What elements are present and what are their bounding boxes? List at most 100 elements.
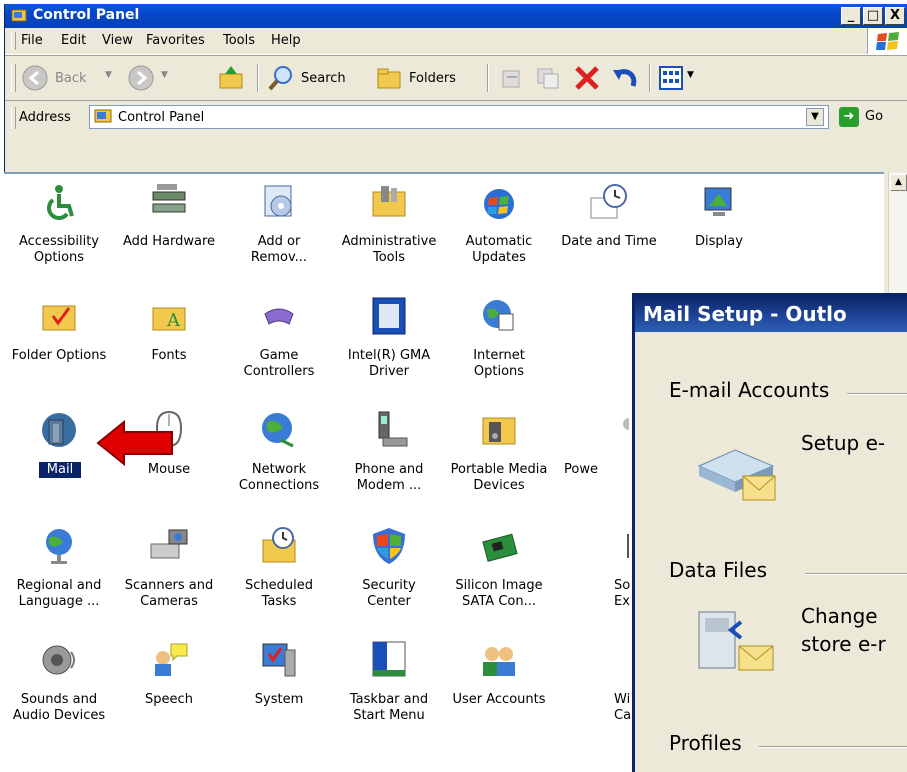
copy-to-icon (537, 68, 559, 89)
section-divider (759, 746, 907, 748)
item-label: Administrative Tools (341, 234, 437, 265)
date-time-icon (590, 184, 627, 219)
menu-help[interactable]: Help (271, 33, 301, 48)
views-dropdown-icon[interactable]: ▼ (687, 70, 694, 80)
toolbar-separator (257, 64, 259, 92)
address-label: Address (19, 110, 71, 125)
forward-dropdown-icon[interactable]: ▼ (161, 70, 168, 80)
item-label: Automatic Updates (465, 234, 533, 265)
sound-effects-icon (627, 534, 629, 558)
search-button[interactable]: Search (267, 62, 367, 94)
menu-edit[interactable]: Edit (61, 33, 86, 48)
minimize-button[interactable]: _ (841, 7, 861, 25)
folder-options-icon (42, 305, 76, 331)
item-label: Fonts (151, 348, 187, 363)
security-center-icon (373, 528, 405, 564)
game-controllers-icon (264, 308, 294, 325)
item-label: Scanners and Cameras (124, 578, 214, 609)
up-folder-icon (219, 66, 243, 89)
folders-label: Folders (409, 71, 456, 86)
dialog-title: Mail Setup - Outlo (643, 302, 847, 326)
standard-toolbar: Back ▼ ▼ Search Folders ▼ (5, 55, 907, 101)
menu-view[interactable]: View (102, 33, 133, 48)
intel-gma-icon (372, 297, 406, 335)
item-label: Silicon Image SATA Con... (455, 578, 543, 609)
user-accounts-icon (483, 647, 515, 676)
item-label: Security Center (362, 578, 416, 609)
item-label: Add Hardware (122, 234, 216, 249)
item-label: Date and Time (561, 234, 657, 249)
menu-tools[interactable]: Tools (223, 33, 255, 48)
undo-button[interactable] (611, 62, 641, 94)
item-label: System (254, 692, 304, 707)
windows-logo (867, 28, 907, 54)
close-button[interactable]: X (885, 7, 905, 25)
speech-icon (155, 643, 188, 676)
copy-to-button[interactable] (535, 62, 565, 94)
back-label: Back (55, 71, 87, 86)
item-label: Display (695, 234, 743, 249)
back-dropdown-icon[interactable]: ▼ (105, 70, 112, 80)
automatic-updates-icon (484, 189, 514, 219)
item-label: Scheduled Tasks (245, 578, 313, 609)
administrative-tools-icon (372, 186, 406, 217)
back-button[interactable]: Back ▼ (21, 62, 119, 94)
item-label: Sounds and Audio Devices (12, 692, 106, 723)
mail-icon (42, 413, 76, 447)
address-dropdown-icon[interactable]: ▼ (806, 108, 824, 126)
portable-media-icon (482, 417, 516, 445)
up-folder-button[interactable] (217, 62, 249, 94)
views-icon (659, 66, 683, 90)
menu-bar: File Edit View Favorites Tools Help (5, 28, 907, 55)
display-icon (704, 187, 732, 216)
move-to-icon (502, 70, 520, 88)
go-label: Go (865, 109, 884, 124)
fonts-icon: A (152, 307, 186, 331)
title-bar[interactable]: Control Panel _ □ X (5, 4, 907, 28)
go-button[interactable]: ➜ Go (839, 107, 899, 129)
menu-favorites[interactable]: Favorites (146, 33, 205, 48)
item-label: Speech (145, 692, 193, 707)
menu-file[interactable]: File (21, 33, 43, 48)
address-input[interactable]: Control Panel ▼ (89, 105, 829, 129)
network-connections-icon (262, 413, 294, 448)
maximize-button[interactable]: □ (863, 7, 883, 25)
item-label: Regional and Language ... (16, 578, 102, 609)
data-files-text-line1: Change (801, 604, 878, 628)
menu-grip (11, 32, 16, 50)
item-label: Portable Media Devices (450, 462, 548, 493)
folders-button[interactable]: Folders (375, 62, 479, 94)
taskbar-icon (372, 641, 406, 677)
item-label: Folder Options (11, 348, 107, 363)
svg-text:A: A (166, 310, 181, 331)
address-grip (11, 107, 16, 129)
regional-icon (46, 529, 72, 564)
dialog-title-bar[interactable]: Mail Setup - Outlo (635, 296, 907, 332)
email-accounts-heading: E-mail Accounts (669, 378, 830, 402)
internet-options-icon (483, 300, 514, 331)
email-accounts-text: Setup e- (801, 431, 886, 455)
forward-button[interactable]: ▼ (127, 62, 177, 94)
go-arrow-icon: ➜ (839, 107, 859, 127)
item-label: Taskbar and Start Menu (349, 692, 429, 723)
control-panel-icon (11, 9, 27, 22)
views-button[interactable]: ▼ (659, 62, 699, 94)
item-label: User Accounts (452, 692, 546, 707)
item-label: Game Controllers (243, 348, 315, 379)
move-to-button[interactable] (499, 62, 529, 94)
windows-flag-icon (876, 32, 899, 50)
undo-icon (613, 69, 637, 87)
data-files-text-line2: store e-r (801, 632, 886, 656)
forward-arrow-icon (128, 65, 154, 91)
section-divider (847, 393, 907, 395)
back-arrow-icon (22, 65, 48, 91)
address-value: Control Panel (118, 110, 205, 125)
item-label: Phone and Modem ... (354, 462, 424, 493)
delete-button[interactable] (573, 62, 603, 94)
silicon-image-icon (482, 533, 518, 562)
scroll-up-icon[interactable]: ▲ (890, 174, 907, 191)
data-files-heading: Data Files (669, 558, 767, 582)
email-accounts-icon (697, 449, 776, 501)
add-remove-programs-icon (264, 185, 292, 217)
mail-setup-dialog: Mail Setup - Outlo E-mail Accounts Setup… (632, 293, 907, 772)
